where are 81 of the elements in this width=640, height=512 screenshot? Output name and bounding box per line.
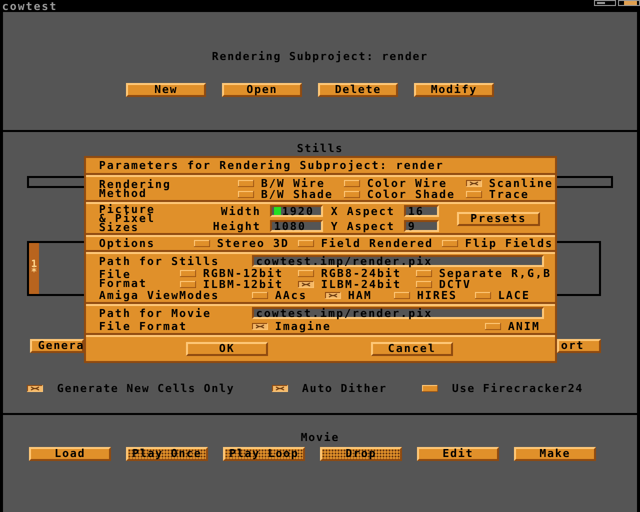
field-label: Width bbox=[220, 206, 261, 216]
field-label: Height bbox=[212, 222, 261, 230]
dialog-title: Parameters for Rendering Subproject: render bbox=[99, 161, 444, 170]
radio-button[interactable] bbox=[180, 270, 196, 276]
cell-marker: 1 bbox=[30, 260, 38, 268]
radio-button[interactable] bbox=[238, 190, 254, 198]
field-label: File Format bbox=[99, 270, 148, 288]
option-label: Trace bbox=[489, 190, 530, 198]
field-label: Options bbox=[99, 239, 156, 248]
radio-button[interactable] bbox=[416, 280, 432, 288]
option-label: Scanline bbox=[489, 178, 554, 188]
option-label: Field Rendered bbox=[321, 239, 434, 248]
checkbox[interactable] bbox=[325, 292, 341, 299]
cell-marker: * bbox=[30, 268, 38, 276]
radio-button[interactable] bbox=[298, 280, 314, 288]
toolbar-button[interactable]: Edit bbox=[417, 447, 499, 461]
toolbar-button[interactable]: Make bbox=[514, 447, 596, 461]
toolbar-button[interactable]: Load bbox=[29, 447, 111, 461]
option-label: RGB8-24bit bbox=[321, 268, 402, 278]
field-label: Path for Movie bbox=[99, 308, 212, 318]
radio-button[interactable] bbox=[298, 270, 314, 276]
dialog-button[interactable]: OK bbox=[186, 342, 268, 356]
presets-button[interactable]: Presets bbox=[457, 212, 540, 226]
action-button[interactable]: Genera bbox=[30, 339, 84, 353]
field-label: Y Aspect bbox=[330, 222, 395, 230]
option-label: LACE bbox=[498, 291, 530, 300]
checkbox-label: Use Firecracker24 bbox=[452, 382, 584, 394]
window-title: cowtest bbox=[2, 0, 58, 12]
dialog-button[interactable]: Cancel bbox=[371, 342, 453, 356]
field-label: Path for Stills bbox=[99, 256, 220, 266]
radio-button[interactable] bbox=[466, 190, 482, 198]
checkbox[interactable] bbox=[27, 384, 43, 392]
section-heading: Stills bbox=[296, 142, 344, 155]
checkbox[interactable] bbox=[442, 240, 458, 247]
option-label: B/W Wire bbox=[261, 178, 326, 188]
checkbox[interactable] bbox=[394, 292, 410, 299]
option-label: Color Wire bbox=[367, 178, 448, 188]
field-label: X Aspect bbox=[330, 206, 395, 216]
checkbox[interactable] bbox=[252, 292, 268, 299]
radio-button[interactable] bbox=[238, 180, 254, 186]
option-label: ANIM bbox=[508, 322, 540, 331]
option-label: Color Shade bbox=[367, 190, 456, 198]
toolbar-button[interactable]: New bbox=[126, 83, 206, 97]
option-label: Imagine bbox=[275, 322, 332, 331]
option-label: B/W Shade bbox=[261, 190, 334, 198]
action-button[interactable]: ort bbox=[557, 339, 601, 353]
toolbar-button[interactable]: Modify bbox=[414, 83, 494, 97]
checkbox-label: Generate New Cells Only bbox=[57, 382, 235, 394]
checkbox[interactable] bbox=[298, 240, 314, 247]
radio-button[interactable] bbox=[416, 270, 432, 276]
radio-button[interactable] bbox=[466, 180, 482, 186]
toolbar-button[interactable]: Open bbox=[222, 83, 302, 97]
option-label: AAcs bbox=[275, 291, 308, 300]
front-gadget-icon[interactable] bbox=[618, 0, 640, 6]
option-label: HAM bbox=[348, 291, 372, 300]
field-label: Rendering Method bbox=[99, 180, 172, 198]
radio-button[interactable] bbox=[485, 323, 501, 330]
radio-button[interactable] bbox=[344, 190, 360, 198]
radio-button[interactable] bbox=[180, 280, 196, 288]
toolbar-button[interactable]: Delete bbox=[318, 83, 398, 97]
option-label: ILBM-12bit bbox=[203, 280, 284, 288]
checkbox[interactable] bbox=[272, 384, 288, 392]
field-label: File Format bbox=[99, 322, 188, 331]
section-heading: Movie bbox=[300, 431, 340, 444]
option-label: Separate R,G,B bbox=[439, 268, 552, 278]
checkbox-label: Auto Dither bbox=[302, 382, 387, 394]
field-label: Amiga ViewModes bbox=[99, 291, 220, 300]
back-gadget-icon[interactable] bbox=[594, 0, 616, 6]
checkbox[interactable] bbox=[475, 292, 491, 299]
checkbox[interactable] bbox=[422, 384, 438, 392]
option-label: Flip Fields bbox=[465, 239, 554, 248]
option-label: ILBM-24bit bbox=[321, 280, 402, 288]
option-label: DCTV bbox=[439, 280, 472, 288]
checkbox[interactable] bbox=[194, 240, 210, 247]
section-heading: Rendering Subproject: render bbox=[212, 50, 428, 63]
radio-button[interactable] bbox=[252, 323, 268, 330]
option-label: RGBN-12bit bbox=[203, 268, 284, 278]
radio-button[interactable] bbox=[344, 180, 360, 186]
option-label: HIRES bbox=[417, 291, 458, 300]
field-label: Picture & Pixel Sizes bbox=[99, 205, 156, 232]
option-label: Stereo 3D bbox=[217, 239, 290, 248]
